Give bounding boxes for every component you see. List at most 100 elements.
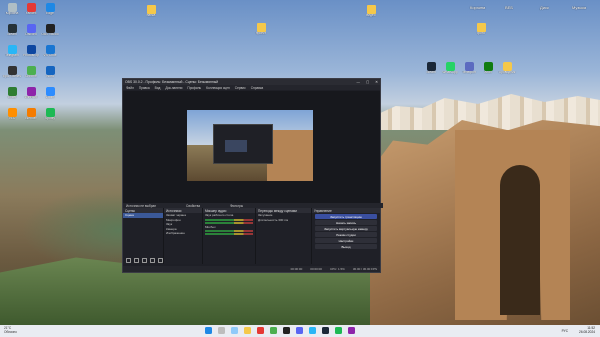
system-tray[interactable]: 11:52 26.08.2024 — [579, 326, 595, 334]
preview-nested-preview — [225, 140, 247, 152]
start-recording-button[interactable]: Начать запись — [315, 220, 377, 225]
settings-button[interactable]: Настройки — [315, 238, 377, 243]
spotify-icon[interactable] — [335, 327, 342, 334]
language-indicator[interactable]: РУС — [562, 329, 568, 333]
folder-icon — [146, 5, 156, 14]
desktop-icon[interactable]: Проводник — [496, 62, 518, 75]
source-item[interactable]: Изображение — [164, 231, 202, 236]
explorer-icon[interactable] — [244, 327, 251, 334]
steam-icon[interactable] — [322, 327, 329, 334]
desktop-icon-label: Zoom — [45, 96, 55, 99]
app-icon — [426, 62, 436, 71]
no-source-label: Источник не выбран — [126, 203, 157, 208]
properties-button[interactable]: Свойства — [186, 204, 200, 208]
obs-icon[interactable] — [283, 327, 290, 334]
sys-label-1[interactable]: Корзина — [470, 5, 485, 10]
desktop-icon[interactable]: Spotify — [39, 108, 61, 121]
app-icon — [45, 24, 55, 33]
mixer-dock: Микшер аудио Звук рабочего стола Mic/Aux — [203, 208, 255, 264]
fps-readout: 30.00 / 30.00 FPS — [352, 267, 377, 271]
minimize-icon[interactable]: — — [357, 80, 360, 84]
maximize-icon[interactable]: ▢ — [366, 80, 369, 84]
folder-label: папка — [146, 14, 156, 17]
desktop-icon[interactable]: Edge — [39, 3, 61, 16]
wallpaper-arch — [500, 165, 540, 315]
start-streaming-button[interactable]: Запустить трансляцию — [315, 214, 377, 219]
folder-label: проект — [255, 32, 267, 35]
obs-window[interactable]: OBS 30.0.2 - Профиль: Безымянный - Сцены… — [122, 78, 383, 273]
yandex-icon[interactable] — [257, 327, 264, 334]
taskbar: 21°C Облачно 11:52 26.08.2024 РУС — [0, 325, 600, 337]
menu-docks[interactable]: Док-панели — [165, 86, 182, 90]
preview-cliff — [267, 130, 313, 181]
exit-button[interactable]: Выход — [315, 244, 377, 249]
desktop-icon-label: VS Code — [43, 54, 57, 57]
app-icon[interactable] — [348, 327, 355, 334]
close-icon[interactable]: ✕ — [375, 80, 378, 84]
desktop-icon[interactable]: Word — [39, 66, 61, 79]
remove-icon[interactable] — [134, 258, 139, 263]
desktop-icon[interactable]: Zoom — [39, 87, 61, 100]
controls-dock-title: Управление — [312, 208, 380, 213]
app-icon — [7, 3, 17, 12]
folder-label: фото — [477, 32, 485, 35]
app-icon — [26, 45, 36, 54]
menu-view[interactable]: Вид — [155, 86, 161, 90]
app-icon — [464, 62, 474, 71]
start-icon[interactable] — [205, 327, 212, 334]
up-arrow-icon[interactable] — [150, 258, 155, 263]
sys-label-3[interactable]: Диск — [540, 5, 549, 10]
volume-meter — [205, 218, 253, 221]
menu-scene-collection[interactable]: Коллекция сцен — [206, 86, 230, 90]
transition-duration[interactable]: Длительность 300 ms — [256, 218, 311, 223]
app-icon — [7, 45, 17, 54]
app-icon — [26, 24, 36, 33]
scenes-dock: Сцены Сцена — [123, 208, 163, 264]
obs-statusbar: 00:00:00 00:00:00 CPU: 1.5% 30.00 / 30.0… — [123, 266, 380, 272]
desktop-icon-label: Edge — [46, 12, 54, 15]
app-icon — [26, 3, 36, 12]
chrome-icon[interactable] — [270, 327, 277, 334]
obs-menubar: Файл Правка Вид Док-панели Профиль Колле… — [123, 85, 380, 90]
add-icon[interactable] — [126, 258, 131, 263]
mixer-channel-label: Mic/Aux — [205, 224, 216, 229]
scene-item[interactable]: Сцена — [123, 213, 163, 218]
search-icon[interactable] — [218, 327, 225, 334]
desktop-folder[interactable]: фото — [470, 23, 492, 36]
gear-icon[interactable] — [142, 258, 147, 263]
clock-date: 26.08.2024 — [579, 329, 595, 334]
sources-dock: Источники Захват экрана Микрофон Звук Ка… — [164, 208, 202, 264]
menu-file[interactable]: Файл — [126, 86, 134, 90]
menu-profile[interactable]: Профиль — [187, 86, 201, 90]
task-view-icon[interactable] — [231, 327, 238, 334]
desktop-folder[interactable]: папка — [140, 5, 162, 18]
volume-meter — [205, 230, 253, 232]
filters-button[interactable]: Фильтры — [230, 204, 243, 208]
weather-desc: Облачно — [4, 329, 17, 334]
desktop-folder[interactable]: видео — [360, 5, 382, 18]
discord-icon[interactable] — [296, 327, 303, 334]
start-virtual-camera-button[interactable]: Запустить виртуальную камеру — [315, 226, 377, 231]
desktop-icon[interactable]: VS Code — [39, 45, 61, 58]
weather-widget[interactable]: 21°C Облачно — [4, 326, 17, 334]
menu-edit[interactable]: Правка — [139, 86, 150, 90]
telegram-icon[interactable] — [309, 327, 316, 334]
sys-label-2[interactable]: ВЕБ — [505, 5, 513, 10]
down-arrow-icon[interactable] — [158, 258, 163, 263]
app-icon — [483, 62, 493, 71]
desktop-icon[interactable]: OBS Studio — [39, 24, 61, 37]
folder-label: видео — [366, 14, 376, 17]
stream-time: 00:00:00 — [290, 267, 303, 271]
menu-tools[interactable]: Сервис — [235, 86, 246, 90]
menu-help[interactable]: Справка — [251, 86, 264, 90]
app-icon — [26, 66, 36, 75]
app-icon — [7, 87, 17, 96]
desktop-folder[interactable]: проект — [250, 23, 272, 36]
studio-mode-button[interactable]: Режим студии — [315, 232, 377, 237]
preview-canvas[interactable] — [187, 110, 313, 181]
sys-label-4[interactable]: Музыка — [572, 5, 586, 10]
app-icon — [45, 87, 55, 96]
app-icon — [45, 66, 55, 75]
volume-meter — [205, 221, 253, 224]
app-icon — [45, 45, 55, 54]
